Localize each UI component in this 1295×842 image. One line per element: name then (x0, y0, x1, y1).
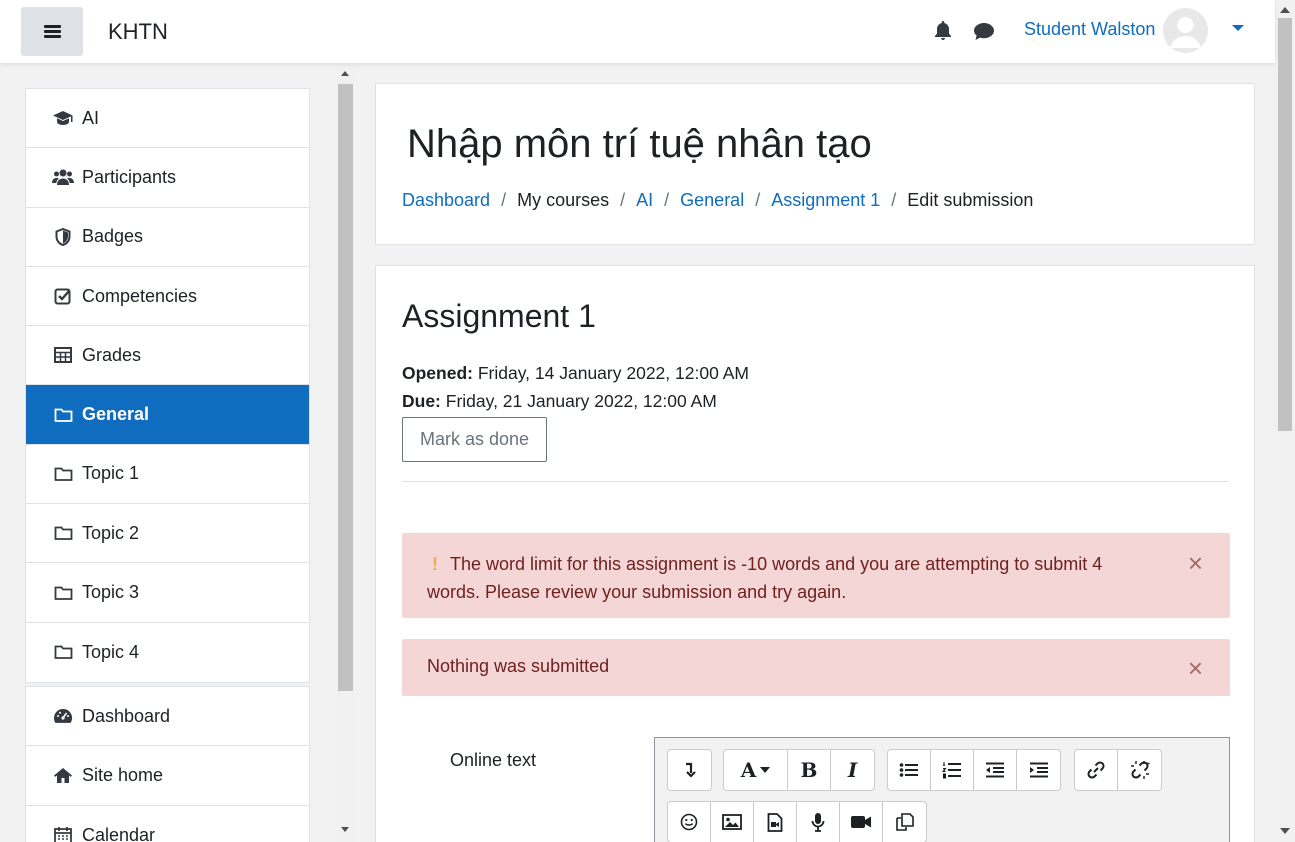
opened-date: Friday, 14 January 2022, 12:00 AM (477, 363, 749, 383)
home-icon (52, 765, 74, 785)
assignment-dates: Opened: Friday, 14 January 2022, 12:00 A… (402, 359, 749, 415)
record-audio-icon[interactable] (797, 802, 840, 842)
media-file-icon[interactable] (754, 802, 797, 842)
site-navigation: Dashboard Site home Calendar (25, 686, 310, 842)
menu-icon (43, 25, 61, 38)
course-title: Nhập môn trí tuệ nhân tạo (407, 122, 872, 166)
ordered-list-icon[interactable] (931, 750, 974, 790)
nav-item-general[interactable]: General (26, 385, 309, 445)
warning-icon: ! (432, 554, 438, 574)
scrollbar-thumb[interactable] (338, 84, 353, 691)
scrollbar-thumb[interactable] (1278, 18, 1292, 431)
user-menu-name[interactable]: Student Walston (1024, 19, 1155, 40)
mark-as-done-button[interactable]: Mark as done (402, 417, 547, 462)
nav-item-topic-1[interactable]: Topic 1 (26, 445, 309, 505)
calendar-icon (52, 825, 74, 842)
divider (402, 481, 1229, 482)
unordered-list-icon[interactable] (888, 750, 931, 790)
nav-item-competencies[interactable]: Competencies (26, 267, 309, 327)
folder-icon (52, 642, 74, 662)
link-icon[interactable] (1075, 750, 1118, 790)
users-icon (52, 167, 74, 187)
image-icon[interactable] (711, 802, 754, 842)
breadcrumb-general[interactable]: General (680, 190, 744, 211)
bell-icon[interactable] (933, 20, 953, 47)
nav-item-calendar[interactable]: Calendar (26, 806, 309, 842)
scroll-up-arrow[interactable] (341, 71, 349, 76)
menu-toggle-button[interactable] (21, 7, 83, 56)
close-icon[interactable]: × (1188, 550, 1203, 576)
nav-item-grades[interactable]: Grades (26, 326, 309, 386)
breadcrumb-separator: / (664, 190, 670, 210)
chat-icon[interactable] (973, 22, 995, 46)
breadcrumb-edit-submission: Edit submission (907, 190, 1034, 210)
nav-item-badges[interactable]: Badges (26, 208, 309, 267)
breadcrumb-dashboard[interactable]: Dashboard (402, 190, 490, 211)
shield-icon (52, 227, 74, 247)
bold-icon[interactable]: B (788, 750, 831, 790)
nav-item-site-home[interactable]: Site home (26, 746, 309, 806)
scroll-down-arrow[interactable] (1280, 828, 1290, 834)
nothing-submitted-alert: Nothing was submitted × (402, 639, 1230, 696)
page-scrollbar[interactable] (1275, 0, 1295, 842)
toolbar-group-lists (887, 749, 1061, 791)
caret-down-icon[interactable] (1232, 25, 1244, 31)
folder-icon (52, 464, 74, 484)
assignment-title: Assignment 1 (402, 298, 596, 334)
scroll-up-arrow[interactable] (1280, 7, 1290, 13)
checkbox-icon (52, 286, 74, 306)
breadcrumb-assignment-1[interactable]: Assignment 1 (771, 190, 880, 211)
toolbar-group-links (1074, 749, 1162, 791)
breadcrumb: Dashboard / My courses / AI / General / … (402, 190, 1033, 211)
record-video-icon[interactable] (840, 802, 883, 842)
course-navigation: AI Participants Badges Competencies Grad… (25, 88, 310, 683)
breadcrumb-ai[interactable]: AI (636, 190, 653, 211)
due-label: Due: (402, 391, 441, 411)
breadcrumb-separator: / (755, 190, 761, 210)
online-text-label: Online text (450, 750, 537, 770)
top-navbar: KHTN Student Walston (0, 0, 1275, 63)
site-brand[interactable]: KHTN (108, 19, 168, 45)
breadcrumb-separator: / (891, 190, 897, 210)
folder-icon (52, 405, 74, 425)
word-limit-alert: ! The word limit for this assignment is -… (402, 533, 1230, 618)
text-editor[interactable]: A B I (654, 737, 1230, 842)
page-header: Nhập môn trí tuệ nhân tạo Dashboard / My… (375, 83, 1255, 245)
scroll-down-arrow[interactable] (341, 827, 349, 832)
unlink-icon[interactable] (1118, 750, 1161, 790)
table-icon (52, 345, 74, 365)
font-style-icon[interactable]: A (724, 750, 788, 790)
tachometer-icon (52, 706, 74, 726)
folder-icon (52, 523, 74, 543)
breadcrumb-my-courses: My courses (517, 190, 610, 210)
toolbar-group-style: A B I (723, 749, 875, 791)
collapse-toggle-icon[interactable] (668, 750, 711, 790)
graduation-cap-icon (52, 108, 74, 128)
nav-item-topic-4[interactable]: Topic 4 (26, 623, 309, 682)
nav-item-participants[interactable]: Participants (26, 148, 309, 208)
italic-icon[interactable]: I (831, 750, 874, 790)
alert-message: The word limit for this assignment is -1… (427, 554, 1103, 602)
nav-item-topic-3[interactable]: Topic 3 (26, 563, 309, 623)
nav-item-ai[interactable]: AI (26, 89, 309, 149)
breadcrumb-separator: / (620, 190, 626, 210)
avatar[interactable] (1163, 8, 1208, 53)
indent-icon[interactable] (1017, 750, 1060, 790)
nav-item-topic-2[interactable]: Topic 2 (26, 504, 309, 564)
toolbar-group-collapse (667, 749, 712, 791)
outdent-icon[interactable] (974, 750, 1017, 790)
breadcrumb-separator: / (501, 190, 507, 210)
close-icon[interactable]: × (1188, 655, 1203, 681)
due-date: Friday, 21 January 2022, 12:00 AM (445, 391, 717, 411)
toolbar-group-insert (667, 801, 927, 842)
main-content: Assignment 1 Opened: Friday, 14 January … (375, 265, 1255, 842)
drawer-scrollbar[interactable] (337, 63, 354, 842)
folder-icon (52, 583, 74, 603)
manage-files-icon[interactable] (883, 802, 926, 842)
nav-item-dashboard[interactable]: Dashboard (26, 687, 309, 747)
opened-label: Opened: (402, 363, 473, 383)
emoji-icon[interactable] (668, 802, 711, 842)
alert-message: Nothing was submitted (427, 656, 610, 676)
